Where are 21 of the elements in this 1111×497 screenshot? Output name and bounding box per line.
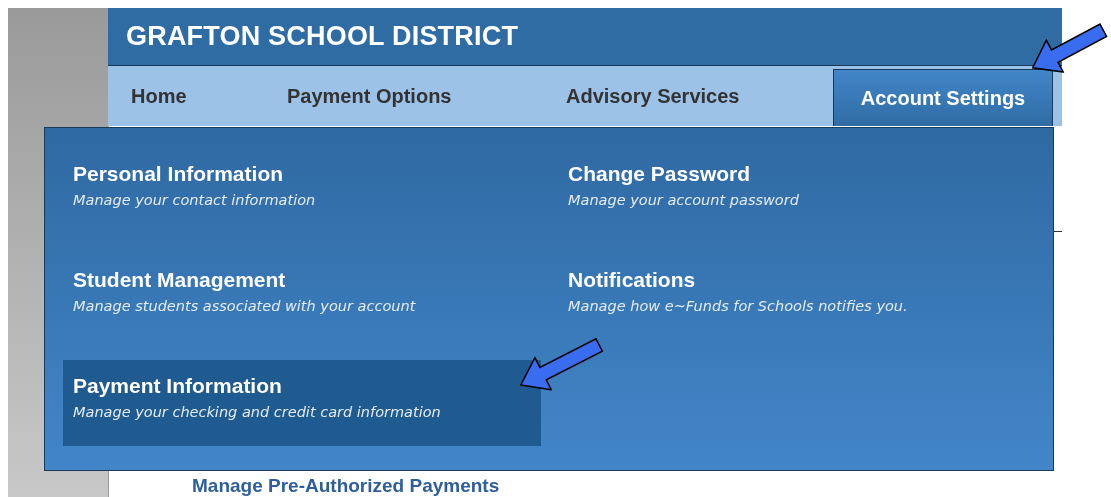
menu-item-description: Manage your contact information — [73, 192, 317, 208]
nav-tab[interactable]: Account Settings — [833, 69, 1053, 126]
nav-tab[interactable]: Payment Options — [287, 66, 566, 126]
menu-item-description: Manage students associated with your account — [73, 298, 417, 314]
menu-item[interactable]: Personal Information Manage your contact information — [63, 148, 541, 234]
menu-item-title: Notifications — [568, 268, 697, 292]
nav-tab[interactable]: Advisory Services — [566, 66, 833, 126]
menu-item[interactable]: Change Password Manage your account password — [558, 148, 1036, 234]
content-link[interactable]: Manage Pre-Authorized Payments — [192, 475, 1062, 497]
menu-item-description: Manage your account password — [568, 192, 800, 208]
nav-tab[interactable]: Home — [131, 66, 287, 126]
menu-item[interactable]: Student Management Manage students associated with your account — [63, 254, 541, 340]
menu-item[interactable]: Notifications Manage how e~Funds for Schools notifies you. — [558, 254, 1036, 340]
menu-item-title: Payment Information — [73, 374, 283, 398]
menu-item-description: Manage your checking and credit card information — [73, 404, 442, 420]
site-title: GRAFTON SCHOOL DISTRICT — [126, 21, 519, 52]
menu-item-description: Manage how e~Funds for Schools notifies you. — [568, 298, 909, 314]
menu-item-title: Student Management — [73, 268, 287, 292]
menu-item[interactable]: Payment Information Manage your checking and credit card information — [63, 360, 541, 446]
menu-item-title: Personal Information — [73, 162, 285, 186]
menu-item-title: Change Password — [568, 162, 752, 186]
